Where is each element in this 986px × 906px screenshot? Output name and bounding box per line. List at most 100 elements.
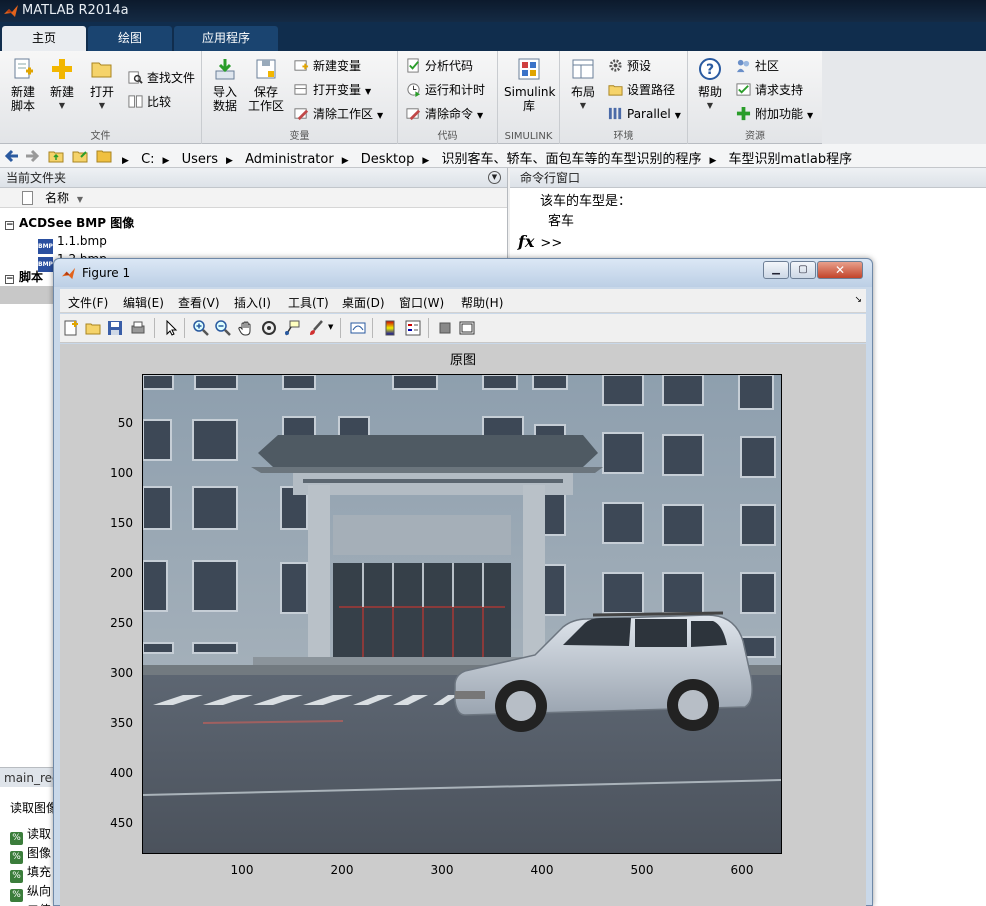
layout-icon bbox=[572, 59, 594, 79]
panel-menu-icon[interactable]: ▼ bbox=[488, 171, 501, 184]
tab-plots[interactable]: 绘图 bbox=[88, 26, 172, 51]
details-item[interactable]: % 纵向 bbox=[10, 882, 51, 902]
help-button[interactable]: ? 帮助 ▼ bbox=[694, 57, 726, 113]
rotate-3d-icon[interactable] bbox=[261, 320, 277, 336]
menu-insert[interactable]: 插入(I) bbox=[234, 294, 271, 311]
open-file-icon[interactable] bbox=[85, 320, 101, 336]
preferences-button[interactable]: 预设 bbox=[608, 57, 651, 75]
menu-view[interactable]: 查看(V) bbox=[178, 294, 220, 311]
legend-icon[interactable] bbox=[405, 320, 421, 336]
details-item[interactable]: % 图像 bbox=[10, 844, 51, 864]
new-plus-icon bbox=[52, 59, 72, 79]
chevron-down-icon: ▼ bbox=[807, 111, 814, 120]
group-label-environment: 环境 bbox=[613, 131, 634, 142]
command-prompt[interactable]: fx >> bbox=[518, 232, 562, 251]
details-title: 读取图像 bbox=[10, 801, 54, 815]
save-icon[interactable] bbox=[107, 320, 123, 336]
original-image bbox=[143, 375, 781, 853]
details-item[interactable]: % 填充 bbox=[10, 863, 51, 883]
function-browser-icon[interactable]: fx bbox=[518, 232, 534, 251]
show-plot-tools-icon[interactable] bbox=[459, 320, 475, 336]
y-tick-label: 350 bbox=[110, 716, 133, 730]
data-cursor-icon[interactable] bbox=[284, 320, 300, 336]
breadcrumb-item[interactable]: Administrator bbox=[245, 152, 334, 167]
hide-plot-tools-icon[interactable] bbox=[437, 320, 453, 336]
minimize-button[interactable]: ▁ bbox=[763, 261, 789, 279]
file-item[interactable]: BMP 1.1.bmp bbox=[0, 232, 507, 254]
back-arrow-icon[interactable] bbox=[4, 148, 20, 164]
simulink-library-button[interactable]: Simulink 库 bbox=[504, 57, 555, 113]
chevron-right-icon: ▶ bbox=[122, 156, 129, 166]
maximize-button[interactable]: ▢ bbox=[790, 261, 816, 279]
layout-button[interactable]: 布局 ▼ bbox=[566, 57, 600, 113]
set-path-icon bbox=[608, 85, 623, 96]
menu-file[interactable]: 文件(F) bbox=[68, 294, 108, 311]
menu-overflow-icon[interactable]: ↘ bbox=[854, 295, 862, 305]
addons-button[interactable]: 附加功能 ▼ bbox=[736, 105, 813, 123]
new-figure-icon[interactable] bbox=[63, 320, 79, 336]
import-data-button[interactable]: 导入 数据 bbox=[208, 57, 242, 113]
find-files-button[interactable]: 查找文件 bbox=[128, 69, 195, 87]
editor-tab[interactable]: main_rec bbox=[0, 767, 54, 787]
link-plot-icon[interactable] bbox=[350, 320, 366, 336]
zoom-in-icon[interactable] bbox=[193, 320, 209, 336]
x-tick-label: 100 bbox=[230, 863, 254, 877]
zoom-out-icon[interactable] bbox=[215, 320, 231, 336]
details-item[interactable]: %二值 bbox=[10, 901, 51, 906]
chevron-down-icon[interactable]: ▼ bbox=[328, 323, 333, 331]
pan-hand-icon[interactable] bbox=[238, 320, 254, 336]
open-variable-button[interactable]: 打开变量 ▼ bbox=[294, 81, 371, 99]
figure-title-bar: Figure 1 ▁ ▢ ✕ bbox=[54, 259, 872, 287]
address-bar: ▶ C: ▶ Users ▶ Administrator ▶ Desktop ▶ 识别客… bbox=[0, 144, 986, 168]
tab-apps[interactable]: 应用程序 bbox=[174, 26, 278, 51]
new-script-button[interactable]: 新建 脚本 bbox=[6, 57, 40, 113]
community-button[interactable]: 社区 bbox=[736, 57, 779, 75]
set-path-button[interactable]: 设置路径 bbox=[608, 81, 675, 99]
breadcrumb-item[interactable]: 识别客车、轿车、面包车等的车型识别的程序 bbox=[441, 152, 701, 167]
folder-open-icon bbox=[91, 62, 112, 78]
figure-canvas: 原图 50 100 150 200 250 300 350 400 450 10… bbox=[60, 344, 866, 906]
open-button[interactable]: 打开 ▼ bbox=[86, 57, 118, 113]
analyze-code-button[interactable]: 分析代码 bbox=[406, 57, 473, 75]
collapse-icon[interactable]: − bbox=[5, 221, 14, 230]
breadcrumb-item[interactable]: C: bbox=[141, 152, 154, 167]
folder-icon bbox=[96, 150, 112, 163]
save-workspace-button[interactable]: 保存 工作区 bbox=[246, 57, 286, 113]
new-variable-button[interactable]: 新建变量 bbox=[294, 57, 361, 75]
breadcrumb-item[interactable]: Users bbox=[182, 152, 218, 167]
axes-title: 原图 bbox=[449, 353, 476, 368]
pointer-icon[interactable] bbox=[163, 320, 179, 336]
new-button[interactable]: 新建 ▼ bbox=[46, 57, 78, 113]
colorbar-icon[interactable] bbox=[382, 320, 398, 336]
compare-icon bbox=[128, 95, 143, 108]
image-axes[interactable] bbox=[142, 374, 782, 854]
menu-edit[interactable]: 编辑(E) bbox=[123, 294, 164, 311]
breadcrumb-item[interactable]: 车型识别matlab程序 bbox=[729, 152, 853, 167]
run-and-time-button[interactable]: 运行和计时 bbox=[406, 81, 485, 99]
menu-desktop[interactable]: 桌面(D) bbox=[342, 294, 385, 311]
brush-icon[interactable] bbox=[308, 320, 324, 336]
menu-help[interactable]: 帮助(H) bbox=[461, 294, 503, 311]
collapse-icon[interactable]: − bbox=[5, 275, 14, 284]
breadcrumb-item[interactable]: Desktop bbox=[361, 152, 415, 167]
y-tick-label: 250 bbox=[110, 616, 133, 630]
print-icon[interactable] bbox=[130, 320, 146, 336]
menu-tools[interactable]: 工具(T) bbox=[288, 294, 329, 311]
up-folder-icon[interactable] bbox=[48, 148, 64, 164]
request-support-button[interactable]: 请求支持 bbox=[736, 81, 803, 99]
folder-group-bmp[interactable]: − ACDSee BMP 图像 bbox=[0, 214, 507, 232]
tab-home[interactable]: 主页 bbox=[2, 26, 86, 51]
clear-commands-button[interactable]: 清除命令 ▼ bbox=[406, 105, 483, 123]
analyze-code-icon bbox=[407, 58, 419, 73]
clear-workspace-button[interactable]: 清除工作区 ▼ bbox=[294, 105, 383, 123]
column-header-name[interactable]: 名称 ▼ bbox=[0, 188, 507, 208]
menu-window[interactable]: 窗口(W) bbox=[399, 294, 444, 311]
parallel-button[interactable]: Parallel ▼ bbox=[608, 105, 681, 123]
browse-folder-icon[interactable] bbox=[72, 148, 88, 164]
chevron-down-icon: ▼ bbox=[365, 87, 372, 96]
forward-arrow-icon[interactable] bbox=[24, 148, 40, 164]
ribbon-empty-area bbox=[822, 51, 986, 144]
close-button[interactable]: ✕ bbox=[817, 261, 863, 279]
compare-button[interactable]: 比较 bbox=[128, 93, 171, 111]
details-item[interactable]: % 读取 bbox=[10, 825, 51, 845]
